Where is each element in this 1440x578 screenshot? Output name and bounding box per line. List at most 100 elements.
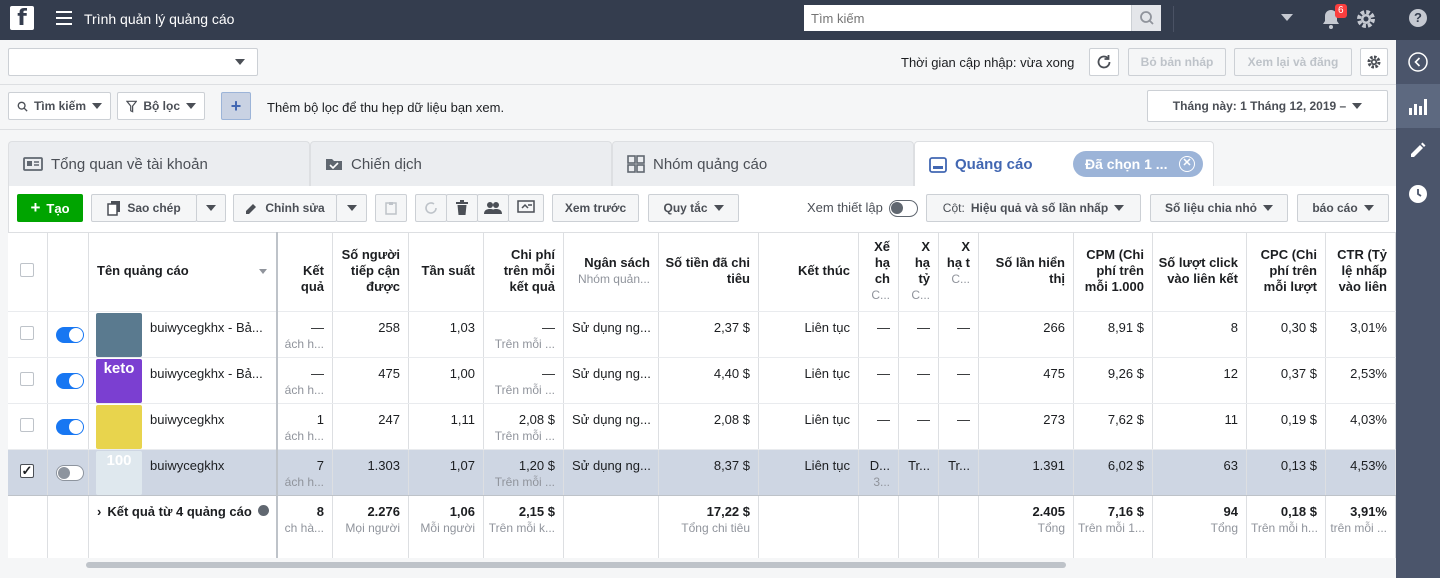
- chevron-down-icon: [92, 103, 102, 109]
- ad-status-toggle[interactable]: [56, 327, 84, 343]
- ad-thumbnail[interactable]: [96, 405, 142, 449]
- column-header-q3[interactable]: X hạ t C...: [939, 233, 979, 311]
- selected-filter-chip[interactable]: Đã chọn 1 ... ✕: [1073, 151, 1203, 177]
- table-row[interactable]: buiwycegkhx 1 ách h... 247 1,11 2,08 $ Trên mỗ…: [8, 403, 1396, 450]
- row-checkbox[interactable]: [20, 418, 34, 432]
- people-icon: [484, 202, 502, 214]
- column-header-cost-per-result[interactable]: Chi phí trên mỗi kết quả: [484, 233, 564, 311]
- clipboard-button[interactable]: [375, 194, 407, 222]
- column-header-frequency[interactable]: Tần suất: [409, 233, 484, 311]
- tab-ad-sets[interactable]: Nhóm quảng cáo: [612, 141, 914, 186]
- columns-button[interactable]: Cột: Hiệu quả và số lần nhấp: [926, 194, 1141, 222]
- column-header-spent[interactable]: Số tiền đã chi tiêu: [659, 233, 759, 311]
- reports-button[interactable]: báo cáo: [1297, 194, 1389, 222]
- column-header-q2[interactable]: X hạ tỷ C...: [899, 233, 939, 311]
- tab-campaigns[interactable]: Chiến dịch: [310, 141, 612, 186]
- column-header-q1[interactable]: Xế hạ ch C...: [859, 233, 899, 311]
- column-header-ctr[interactable]: CTR (Tỷ lệ nhấp vào liên: [1326, 233, 1396, 311]
- table-row[interactable]: buiwycegkhx - Bả... — ách h... 258 1,03 — Trên…: [8, 311, 1396, 358]
- totals-clicks-cell: 94 Tổng: [1153, 496, 1247, 558]
- settings-button[interactable]: [1360, 48, 1388, 76]
- edit-dropdown[interactable]: [336, 194, 367, 222]
- refresh-button[interactable]: [1089, 48, 1119, 76]
- help-icon[interactable]: ?: [1409, 9, 1427, 27]
- select-cell: [8, 312, 48, 358]
- column-header-ends[interactable]: Kết thúc: [759, 233, 859, 311]
- account-menu-chevron-down-icon[interactable]: [1281, 14, 1293, 21]
- cell-results: 7 ách h...: [278, 450, 333, 496]
- cell-sublabel: Trên mỗi ...: [494, 475, 555, 489]
- ad-status-toggle[interactable]: [56, 419, 84, 435]
- account-select[interactable]: [8, 48, 258, 76]
- history-button[interactable]: [1396, 172, 1440, 216]
- column-header-results[interactable]: Kết quả: [278, 233, 333, 311]
- revert-button[interactable]: [415, 194, 447, 222]
- ad-thumbnail[interactable]: 100: [96, 451, 142, 495]
- ad-name-link[interactable]: buiwycegkhx - Bả...: [150, 320, 263, 335]
- ad-thumbnail[interactable]: keto: [96, 359, 142, 403]
- cell-value: Liên tục: [804, 366, 850, 381]
- column-header-link-clicks[interactable]: Số lượt click vào liên kết: [1153, 233, 1247, 311]
- delete-button[interactable]: [446, 194, 478, 222]
- rules-button[interactable]: Quy tắc: [648, 194, 739, 222]
- cell-freq: 1,07: [409, 450, 484, 496]
- cell-impr: 266: [979, 312, 1074, 358]
- search-button[interactable]: [1131, 5, 1161, 31]
- cell-value: 2,37 $: [713, 320, 750, 335]
- totals-label-cell[interactable]: › Kết quả từ 4 quảng cáo: [89, 496, 278, 558]
- search-input[interactable]: [804, 5, 1124, 31]
- totals-label: Kết quả từ 4 quảng cáo: [107, 504, 252, 519]
- charts-button[interactable]: [1396, 84, 1440, 128]
- row-checkbox[interactable]: ✓: [20, 464, 34, 478]
- column-header-cpm[interactable]: CPM (Chi phí trên mỗi 1.000: [1074, 233, 1153, 311]
- ad-status-toggle[interactable]: [56, 373, 84, 389]
- column-header-impressions[interactable]: Số lần hiển thị: [979, 233, 1074, 311]
- cell-clicks: 11: [1153, 404, 1247, 450]
- ad-name-link[interactable]: buiwycegkhx - Bả...: [150, 366, 263, 381]
- preview-button[interactable]: Xem trước: [552, 194, 639, 222]
- review-publish-button[interactable]: Xem lại và đăng: [1234, 48, 1352, 76]
- menu-icon[interactable]: [56, 11, 72, 25]
- date-range-picker[interactable]: Tháng này: 1 Tháng 12, 2019 –: [1147, 90, 1388, 122]
- chevron-down-icon: [1114, 205, 1125, 211]
- gear-icon[interactable]: [1355, 8, 1377, 30]
- ad-name-link[interactable]: buiwycegkhx: [150, 412, 224, 427]
- cell-value: Sử dụng ng...: [572, 366, 651, 381]
- duplicate-label: Sao chép: [127, 201, 181, 215]
- info-icon[interactable]: [258, 505, 270, 516]
- view-setup-toggle[interactable]: [889, 200, 918, 217]
- horizontal-scrollbar[interactable]: [86, 562, 1066, 568]
- duplicate-dropdown[interactable]: [196, 194, 226, 222]
- facebook-logo-icon[interactable]: f: [10, 6, 34, 31]
- chevron-right-icon[interactable]: ›: [97, 504, 101, 519]
- breakdown-button[interactable]: Số liệu chia nhỏ: [1150, 194, 1288, 222]
- select-all-checkbox[interactable]: [20, 263, 34, 277]
- add-filter-button[interactable]: +: [221, 92, 251, 120]
- table-row[interactable]: keto buiwycegkhx - Bả... — ách h... 475 1,00 —…: [8, 357, 1396, 404]
- table-row[interactable]: ✓ 100 buiwycegkhx 7 ách h... 1.303 1,07 1,20 $ T…: [8, 449, 1396, 496]
- ab-test-button[interactable]: [508, 194, 544, 222]
- ad-status-toggle[interactable]: [56, 465, 84, 481]
- edit-button[interactable]: Chỉnh sửa: [233, 194, 337, 222]
- row-checkbox[interactable]: [20, 372, 34, 386]
- column-header-reach[interactable]: Số người tiếp cận được: [333, 233, 409, 311]
- audience-button[interactable]: [477, 194, 509, 222]
- collapse-button[interactable]: [1396, 40, 1440, 84]
- discard-drafts-button[interactable]: Bỏ bản nháp: [1128, 48, 1226, 76]
- ad-name-link[interactable]: buiwycegkhx: [150, 458, 224, 473]
- ad-thumbnail[interactable]: [96, 313, 142, 357]
- totals-empty-cell: [939, 496, 979, 558]
- search-filter-button[interactable]: Tìm kiếm: [8, 92, 111, 120]
- close-icon[interactable]: ✕: [1179, 156, 1195, 172]
- breakdown-label: Số liệu chia nhỏ: [1164, 201, 1257, 215]
- filter-button[interactable]: Bộ lọc: [117, 92, 205, 120]
- column-header-cpc[interactable]: CPC (Chi phí trên mỗi lượt: [1247, 233, 1326, 311]
- edit-panel-button[interactable]: [1396, 128, 1440, 172]
- cell-q3: —: [939, 358, 979, 404]
- create-button[interactable]: + Tạo: [17, 194, 83, 222]
- duplicate-button[interactable]: Sao chép: [91, 194, 197, 222]
- column-header-name[interactable]: Tên quảng cáo: [89, 233, 278, 311]
- tab-account-overview[interactable]: Tổng quan về tài khoản: [8, 141, 310, 186]
- row-checkbox[interactable]: [20, 326, 34, 340]
- column-header-budget[interactable]: Ngân sách Nhóm quản...: [564, 233, 659, 311]
